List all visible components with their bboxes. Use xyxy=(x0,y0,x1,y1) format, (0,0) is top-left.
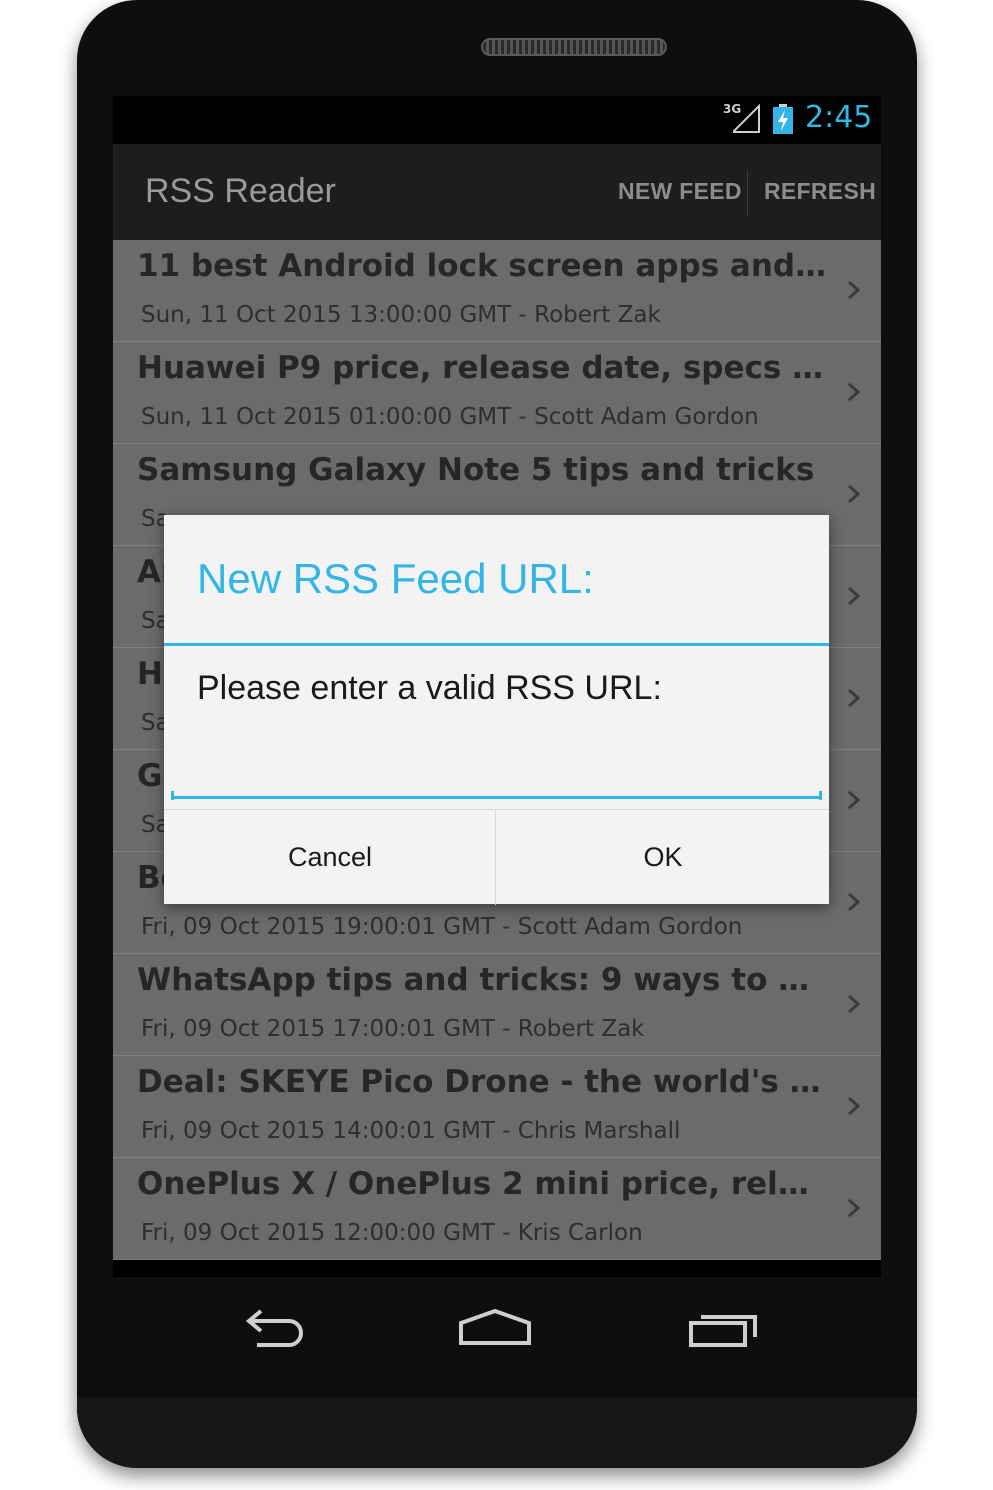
button-separator xyxy=(495,810,496,905)
chevron-right-icon xyxy=(848,586,861,606)
signal-icon xyxy=(733,104,760,133)
dialog-title: New RSS Feed URL: xyxy=(197,555,594,602)
phone-chin xyxy=(77,1398,917,1468)
list-item[interactable]: Huawei P9 price, release date, specs and… xyxy=(113,342,881,444)
list-item[interactable]: Deal: SKEYE Pico Drone - the world's sma… xyxy=(113,1056,881,1158)
earpiece-speaker xyxy=(481,38,667,56)
chevron-right-icon xyxy=(848,892,861,912)
list-item[interactable]: OnePlus X / OnePlus 2 mini price, releas… xyxy=(113,1158,881,1260)
action-bar: RSS Reader NEW FEED REFRESH xyxy=(113,144,881,240)
chevron-right-icon xyxy=(848,382,861,402)
dialog-title-divider xyxy=(164,643,829,646)
input-edge-left xyxy=(171,791,174,800)
back-icon[interactable] xyxy=(233,1303,313,1353)
chevron-right-icon xyxy=(848,1198,861,1218)
new-feed-dialog: New RSS Feed URL: Please enter a valid R… xyxy=(164,515,829,905)
list-item[interactable]: 11 best Android lock screen apps and wid… xyxy=(113,240,881,342)
home-icon[interactable] xyxy=(455,1303,535,1353)
status-bar: 3G 2:45 xyxy=(113,96,881,144)
recents-icon[interactable] xyxy=(683,1303,763,1353)
clock: 2:45 xyxy=(805,100,873,135)
item-title: WhatsApp tips and tricks: 9 ways to mast… xyxy=(137,962,827,998)
nav-bar xyxy=(113,1277,881,1387)
input-edge-right xyxy=(819,791,822,800)
list-item[interactable]: WhatsApp tips and tricks: 9 ways to mast… xyxy=(113,954,881,1056)
refresh-button[interactable]: REFRESH xyxy=(764,178,876,205)
cancel-button[interactable]: Cancel xyxy=(164,810,496,905)
item-meta: Fri, 09 Oct 2015 12:00:00 GMT - Kris Car… xyxy=(141,1220,643,1246)
dialog-message: Please enter a valid RSS URL: xyxy=(197,669,662,707)
item-title: OnePlus X / OnePlus 2 mini price, releas… xyxy=(137,1166,827,1202)
item-meta: Fri, 09 Oct 2015 14:00:01 GMT - Chris Ma… xyxy=(141,1118,681,1144)
item-meta: Sun, 11 Oct 2015 13:00:00 GMT - Robert Z… xyxy=(141,302,661,328)
rss-url-input[interactable] xyxy=(171,751,822,799)
item-title: 11 best Android lock screen apps and wid… xyxy=(137,248,827,284)
item-title: Samsung Galaxy Note 5 tips and tricks xyxy=(137,452,815,488)
chevron-right-icon xyxy=(848,994,861,1014)
item-meta: Fri, 09 Oct 2015 19:00:01 GMT - Scott Ad… xyxy=(141,914,743,940)
chevron-right-icon xyxy=(848,280,861,300)
chevron-right-icon xyxy=(848,484,861,504)
item-meta: Fri, 09 Oct 2015 17:00:01 GMT - Robert Z… xyxy=(141,1016,645,1042)
chevron-right-icon xyxy=(848,1096,861,1116)
ok-button[interactable]: OK xyxy=(497,810,829,905)
new-feed-button[interactable]: NEW FEED xyxy=(618,178,742,205)
app-title: RSS Reader xyxy=(145,172,336,210)
item-title: Huawei P9 price, release date, specs and xyxy=(137,350,827,386)
chevron-right-icon xyxy=(848,688,861,708)
dialog-button-bar: Cancel OK xyxy=(164,809,829,905)
item-meta: Sun, 11 Oct 2015 01:00:00 GMT - Scott Ad… xyxy=(141,404,759,430)
action-divider xyxy=(747,170,748,216)
chevron-right-icon xyxy=(848,790,861,810)
item-title: Deal: SKEYE Pico Drone - the world's sma… xyxy=(137,1064,827,1100)
battery-charging-icon xyxy=(773,104,793,134)
